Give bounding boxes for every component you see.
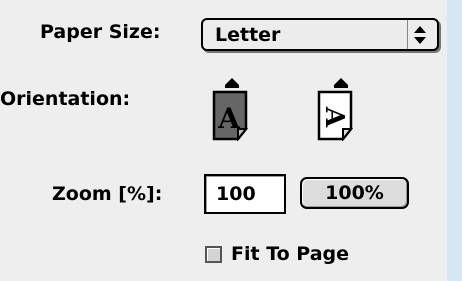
portrait-glyph: A [217,102,241,135]
zoom-100-button[interactable]: 100% [300,177,409,209]
orientation-label: Orientation: [0,88,131,110]
updown-arrows-icon [413,24,427,46]
portrait-orientation-icon[interactable]: A [210,77,254,141]
zoom-input[interactable] [204,174,286,214]
fit-to-page-checkbox[interactable] [205,246,222,263]
fit-to-page-label[interactable]: Fit To Page [231,243,349,265]
page-setup-panel: Paper Size: Letter Orientation: A A Zoom… [0,0,447,281]
zoom-label: Zoom [%]: [52,183,163,205]
landscape-glyph: A [319,106,349,128]
paper-size-label: Paper Size: [40,21,161,43]
paper-size-popup[interactable]: Letter [201,18,439,51]
landscape-orientation-icon[interactable]: A [315,77,359,141]
paper-size-value: Letter [215,24,281,46]
popup-divider [407,20,408,49]
